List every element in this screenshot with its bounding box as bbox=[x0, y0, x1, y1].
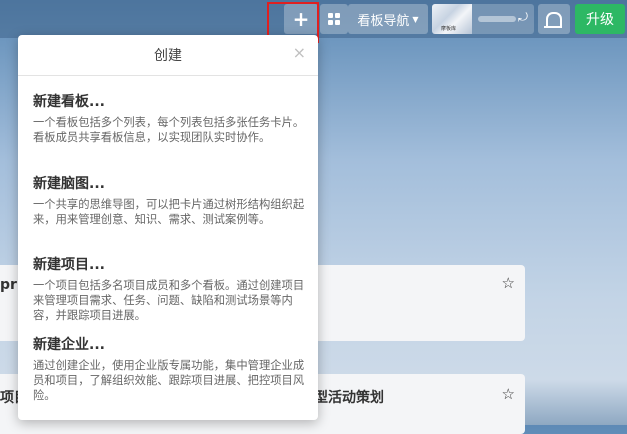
close-icon[interactable]: × bbox=[293, 43, 306, 62]
star-icon[interactable]: ☆ bbox=[502, 274, 515, 292]
user-menu-button[interactable]: 摩板库 ⤾ bbox=[432, 4, 534, 34]
add-button[interactable]: + bbox=[284, 4, 318, 34]
create-enterprise-option[interactable]: 新建企业... 通过创建企业，使用企业版专属功能，集中管理企业成员和项目，了解组… bbox=[33, 336, 305, 403]
option-title: 新建脑图... bbox=[33, 176, 105, 192]
option-title: 新建企业... bbox=[33, 337, 105, 353]
board-card-title: 型活动策划 bbox=[314, 390, 384, 406]
plus-icon: + bbox=[292, 7, 310, 31]
create-popup: 创建 × 新建看板... 一个看板包括多个列表，每个列表包括多张任务卡片。看板成… bbox=[18, 35, 318, 420]
create-mindmap-option[interactable]: 新建脑图... 一个共享的思维导图，可以把卡片通过树形结构组织起来，用来管理创意… bbox=[33, 175, 305, 227]
caret-down-icon: ▼ bbox=[412, 14, 419, 24]
top-header-bar: + 看板导航 ▼ 摩板库 ⤾ 升级 bbox=[0, 0, 627, 38]
notifications-button[interactable] bbox=[538, 4, 570, 34]
star-icon[interactable]: ☆ bbox=[502, 385, 515, 403]
upgrade-button[interactable]: 升级 bbox=[575, 4, 625, 34]
option-title: 新建项目... bbox=[33, 257, 105, 273]
avatar: 摩板库 bbox=[432, 4, 472, 34]
grid-icon bbox=[328, 13, 340, 25]
popup-title: 创建 bbox=[154, 48, 182, 64]
boards-grid-button[interactable] bbox=[320, 4, 348, 34]
popup-header: 创建 × bbox=[18, 35, 318, 76]
board-nav-dropdown[interactable]: 看板导航 ▼ bbox=[348, 4, 428, 34]
user-name-blurred bbox=[478, 16, 516, 22]
option-description: 通过创建企业，使用企业版专属功能，集中管理企业成员和项目，了解组织效能、跟踪项目… bbox=[33, 359, 305, 402]
avatar-caption: 摩板库 bbox=[441, 26, 457, 32]
board-nav-label: 看板导航 bbox=[357, 13, 410, 29]
option-title: 新建看板... bbox=[33, 94, 105, 110]
bell-icon bbox=[544, 12, 562, 28]
sync-icon: ⤾ bbox=[518, 10, 528, 24]
option-description: 一个共享的思维导图，可以把卡片通过树形结构组织起来，用来管理创意、知识、需求、测… bbox=[33, 198, 305, 226]
create-board-option[interactable]: 新建看板... 一个看板包括多个列表，每个列表包括多张任务卡片。看板成员共享看板… bbox=[33, 93, 305, 145]
option-description: 一个看板包括多个列表，每个列表包括多张任务卡片。看板成员共享看板信息，以实现团队… bbox=[33, 116, 305, 144]
option-description: 一个项目包括多名项目成员和多个看板。通过创建项目来管理项目需求、任务、问题、缺陷… bbox=[33, 279, 305, 322]
create-project-option[interactable]: 新建项目... 一个项目包括多名项目成员和多个看板。通过创建项目来管理项目需求、… bbox=[33, 256, 305, 323]
